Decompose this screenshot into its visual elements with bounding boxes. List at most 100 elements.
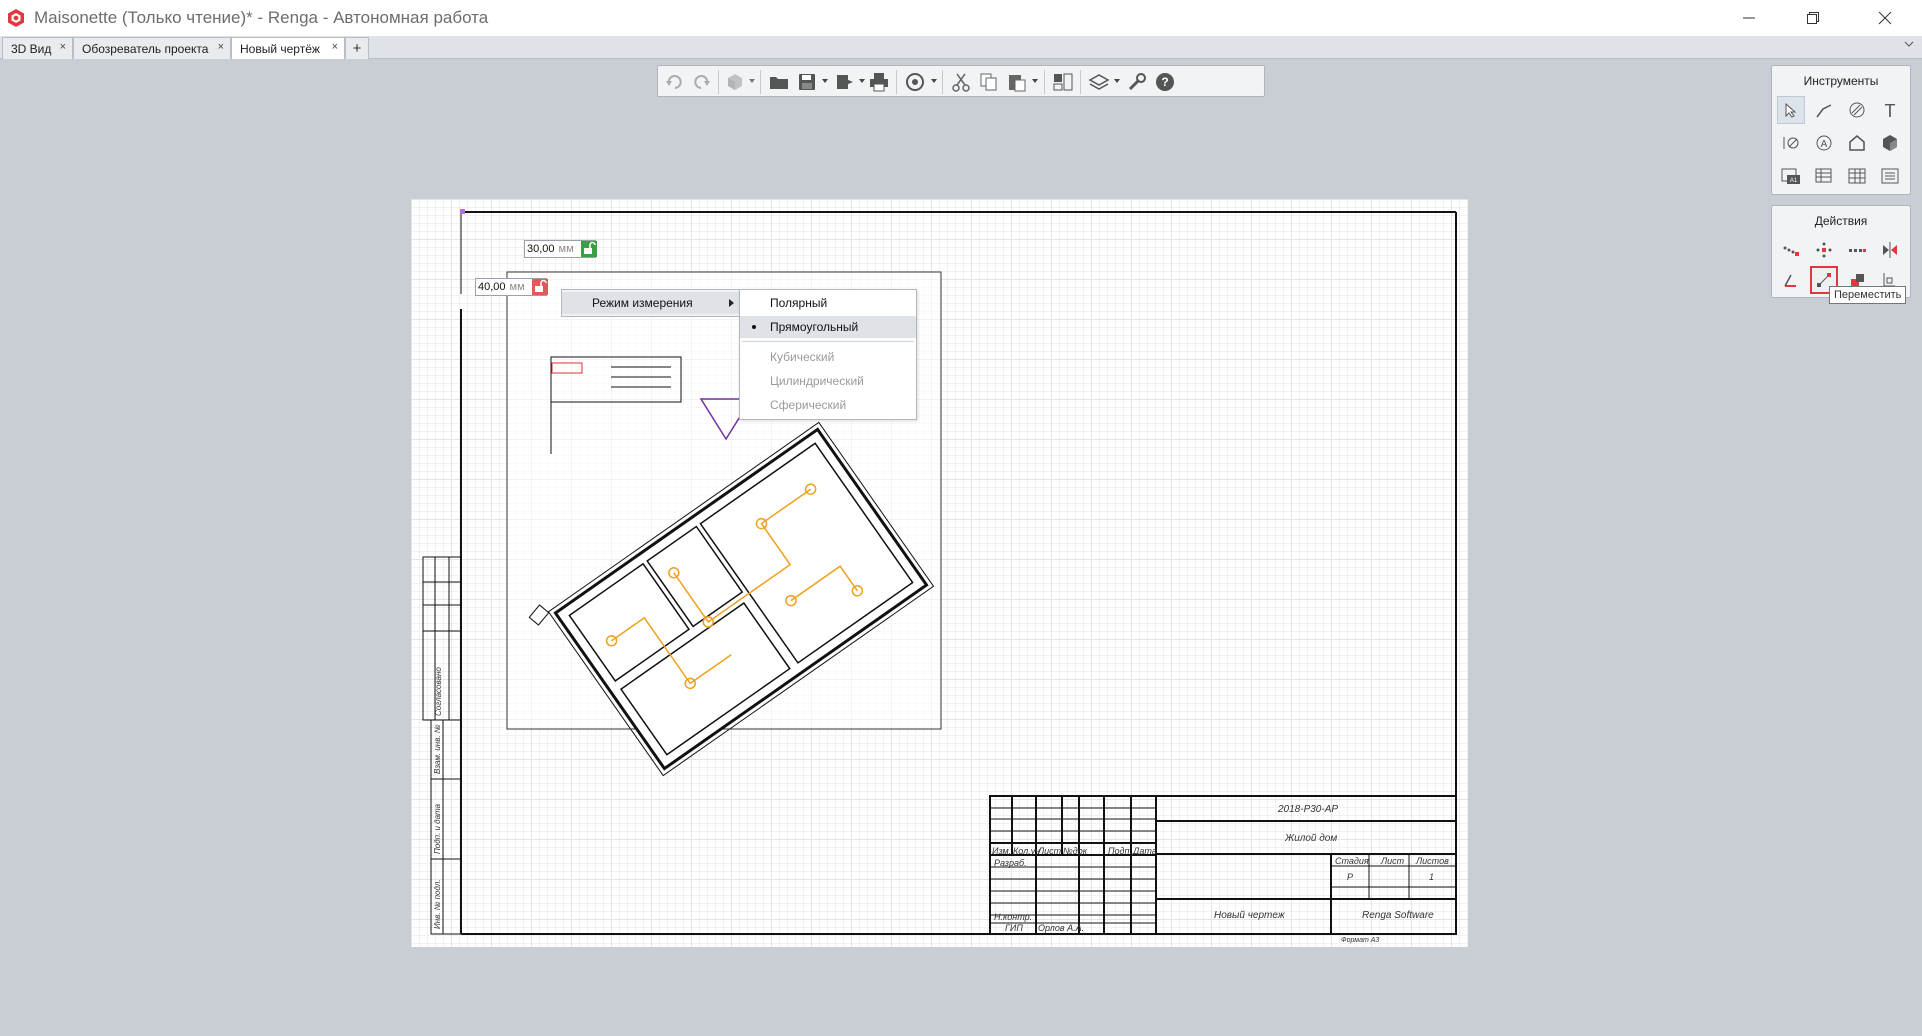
actions-panel: Действия	[1771, 205, 1911, 298]
print-icon[interactable]	[868, 71, 890, 93]
submenu-label: Прямоугольный	[770, 320, 859, 334]
symbol-icon: A	[1816, 135, 1832, 151]
undo-icon[interactable]	[664, 71, 686, 93]
renga-logo-icon	[8, 9, 24, 27]
array-action-button[interactable]	[1810, 236, 1838, 264]
view-tool-button[interactable]	[1843, 129, 1871, 157]
tab-label: Новый чертёж	[240, 41, 320, 56]
3d-cube-icon	[1883, 135, 1897, 151]
help-icon[interactable]: ?	[1154, 71, 1176, 93]
submenu-item-rectangular[interactable]: Прямоугольный	[740, 316, 916, 338]
hatch-icon	[1849, 102, 1865, 118]
rotate-action-button[interactable]	[1777, 266, 1805, 294]
lock-open-icon[interactable]	[581, 241, 597, 257]
submenu-label: Сферический	[770, 398, 847, 412]
3d-box-icon[interactable]	[724, 71, 746, 93]
tab-close-icon[interactable]: ×	[332, 41, 338, 53]
tab-new-drawing[interactable]: Новый чертёж ×	[231, 37, 345, 59]
tools-panel: Инструменты T A A1	[1771, 65, 1911, 195]
wrench-icon[interactable]	[1126, 71, 1148, 93]
text-tool-button[interactable]: T	[1876, 96, 1904, 124]
tb-company: Renga Software	[1362, 910, 1434, 921]
measure-mode-submenu: Полярный Прямоугольный Кубический Цилинд…	[739, 289, 917, 420]
tb-role-norm: Н.контр.	[994, 912, 1033, 922]
redo-icon[interactable]	[690, 71, 712, 93]
side-label-sign-date: Подп. и дата	[433, 803, 442, 854]
tb-col-3: Лист	[1038, 846, 1062, 856]
submenu-item-polar[interactable]: Полярный	[740, 292, 916, 314]
symbol-tool-button[interactable]: A	[1810, 129, 1838, 157]
tb-sheets: 1	[1429, 872, 1435, 882]
side-label-approved: Согласовано	[434, 667, 443, 716]
chevron-down-icon[interactable]	[821, 77, 829, 85]
model-view-button[interactable]	[1876, 129, 1904, 157]
dy-input[interactable]: 40,00 мм	[475, 278, 548, 296]
tb-col-1: Изм.	[992, 846, 1012, 856]
tab-label: Обозреватель проекта	[82, 41, 209, 56]
close-window-button[interactable]	[1856, 0, 1914, 36]
move-tooltip: Переместить	[1829, 286, 1907, 304]
table-edit-button[interactable]	[1810, 162, 1838, 190]
chevron-right-icon	[729, 299, 734, 307]
submenu-label: Цилиндрический	[770, 374, 864, 388]
dimension-tool-button[interactable]	[1777, 129, 1805, 157]
align-action-button[interactable]	[1777, 236, 1805, 264]
cursor-icon	[1785, 102, 1797, 118]
cut-icon[interactable]	[950, 71, 972, 93]
side-label-replace: Взам. инв. №	[433, 724, 442, 774]
sheet-a1-icon: A1	[1781, 168, 1800, 184]
dy-unit: мм	[509, 281, 525, 293]
tb-col-6: Дата	[1133, 846, 1157, 856]
orbit-icon[interactable]	[904, 71, 926, 93]
restore-button[interactable]	[1784, 0, 1842, 36]
minimize-button[interactable]	[1720, 0, 1778, 36]
sheet-format-button[interactable]: A1	[1777, 162, 1805, 190]
submenu-item-cylindrical[interactable]: Цилиндрический	[740, 370, 916, 392]
chevron-down-icon[interactable]	[858, 77, 866, 85]
select-tool-button[interactable]	[1777, 96, 1805, 124]
submenu-item-spherical[interactable]: Сферический	[740, 394, 916, 416]
list-tool-button[interactable]	[1876, 162, 1904, 190]
svg-text:A: A	[1821, 139, 1828, 150]
lock-open-icon[interactable]	[532, 279, 548, 295]
tb-sheet-header: Лист	[1381, 856, 1405, 866]
chevron-down-icon[interactable]	[1113, 77, 1121, 85]
tab-close-icon[interactable]: ×	[218, 41, 224, 53]
line-tool-button[interactable]	[1810, 96, 1838, 124]
tab-3d-view[interactable]: 3D Вид ×	[2, 37, 73, 59]
table-tool-button[interactable]	[1843, 162, 1871, 190]
layers-icon[interactable]	[1088, 71, 1110, 93]
selected-bullet-icon	[752, 325, 756, 329]
dimension-icon	[1783, 137, 1799, 149]
line-array-button[interactable]	[1843, 236, 1871, 264]
chevron-down-icon[interactable]	[930, 77, 938, 85]
submenu-item-cubic[interactable]: Кубический	[740, 346, 916, 368]
menu-item-measure-mode[interactable]: Режим измерения	[562, 292, 740, 314]
chevron-down-icon[interactable]	[748, 77, 756, 85]
window-title: Maisonette (Только чтение)* - Renga - Ав…	[34, 8, 489, 27]
document-tabs: 3D Вид × Обозреватель проекта × Новый че…	[0, 36, 1922, 59]
chevron-down-icon[interactable]	[1031, 77, 1039, 85]
chevron-down-icon[interactable]	[1904, 39, 1914, 49]
array-icon	[1816, 242, 1832, 258]
tb-gip-name: Орлов А.А.	[1038, 923, 1085, 933]
copy-icon[interactable]	[978, 71, 1000, 93]
dx-input[interactable]: 30,00 мм	[524, 240, 597, 258]
hatch-tool-button[interactable]	[1843, 96, 1871, 124]
menu-item-label: Режим измерения	[592, 296, 693, 310]
views-icon[interactable]	[1052, 71, 1074, 93]
svg-text:A1: A1	[1790, 178, 1798, 184]
tab-project-explorer[interactable]: Обозреватель проекта ×	[73, 37, 231, 59]
paste-icon[interactable]	[1006, 71, 1028, 93]
mirror-action-button[interactable]	[1876, 236, 1904, 264]
minimize-icon	[1743, 17, 1755, 19]
tab-close-icon[interactable]: ×	[60, 41, 66, 53]
tools-panel-title: Инструменты	[1803, 74, 1879, 88]
open-folder-icon[interactable]	[768, 71, 790, 93]
export-icon[interactable]	[834, 71, 856, 93]
svg-text:?: ?	[1161, 75, 1168, 89]
tb-role-dev: Разраб.	[994, 858, 1027, 868]
save-icon[interactable]	[796, 71, 818, 93]
add-tab-button[interactable]: +	[345, 37, 369, 59]
title-bar: Maisonette (Только чтение)* - Renga - Ав…	[0, 0, 1922, 36]
